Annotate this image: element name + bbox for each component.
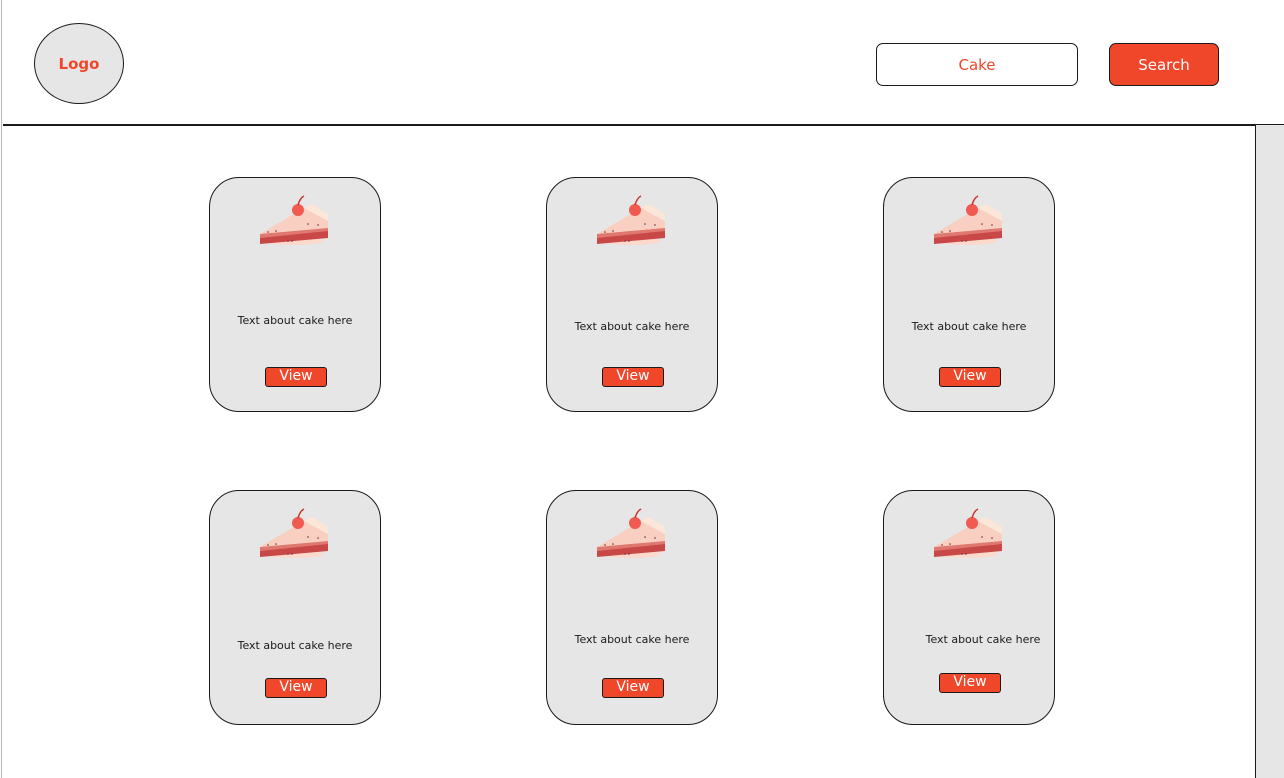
scrollbar[interactable] (1255, 124, 1284, 778)
card-description: Text about cake here (574, 320, 690, 333)
header-divider (3, 124, 1255, 126)
card-description: Text about cake here (574, 633, 690, 646)
cake-card: Text about cake here View (546, 177, 718, 412)
cake-slice-icon (934, 508, 1002, 558)
view-button[interactable]: View (939, 367, 1001, 387)
cake-slice-icon (260, 508, 328, 558)
card-description: Text about cake here (925, 633, 1041, 646)
page: Logo Search Text about cake here View (0, 0, 1284, 778)
card-description: Text about cake here (237, 314, 353, 327)
cake-card: Text about cake here View (546, 490, 718, 725)
view-button[interactable]: View (265, 367, 327, 387)
view-button[interactable]: View (939, 673, 1001, 693)
search-input[interactable] (876, 43, 1078, 86)
logo[interactable]: Logo (34, 23, 124, 104)
cake-card: Text about cake here View (209, 490, 381, 725)
cake-slice-icon (260, 195, 328, 245)
cake-card: Text about cake here View (883, 177, 1055, 412)
cake-slice-icon (597, 195, 665, 245)
cake-slice-icon (597, 508, 665, 558)
cake-slice-icon (934, 195, 1002, 245)
left-edge (1, 0, 2, 778)
card-description: Text about cake here (911, 320, 1027, 333)
cake-card: Text about cake here View (209, 177, 381, 412)
view-button[interactable]: View (265, 678, 327, 698)
search-button[interactable]: Search (1109, 43, 1219, 86)
view-button[interactable]: View (602, 678, 664, 698)
card-description: Text about cake here (237, 639, 353, 652)
view-button[interactable]: View (602, 367, 664, 387)
cake-card: Text about cake here View (883, 490, 1055, 725)
